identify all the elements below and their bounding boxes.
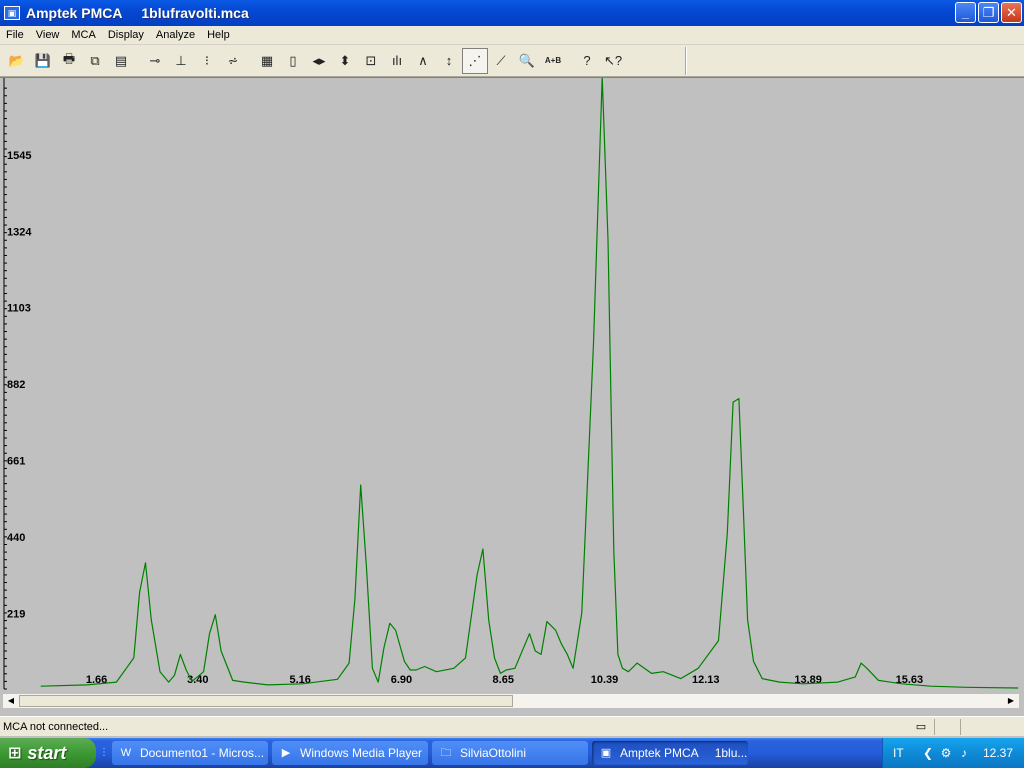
- taskbar-item-label: Documento1 - Micros...: [140, 746, 265, 760]
- spectrum-chart[interactable]: 2194406618821103132415451.66 3.40 5.16 6.90…: [0, 78, 1024, 694]
- peak-plot-icon[interactable]: ∧: [410, 48, 436, 74]
- toolbar: 📂 💾 🖶 ⧉ ▤ ⊸ ⊥ ⁝ ⩫ ▦ ▯ ◂▸ ⬍ ⊡ ılı ∧ ↕ ⋰ ⟋…: [0, 45, 1024, 77]
- taskbar-item-media-player[interactable]: ▶ Windows Media Player: [272, 741, 428, 765]
- scrollbar-thumb[interactable]: [19, 695, 513, 707]
- x-tick-label: 13.89: [794, 674, 822, 686]
- expand-tray-icon[interactable]: ❮: [919, 746, 937, 760]
- x-tick-label: 6.90: [391, 674, 412, 686]
- x-tick-label: 12.13: [692, 674, 720, 686]
- open-file-icon[interactable]: 📂: [4, 48, 30, 74]
- a-plus-b-icon[interactable]: A+B: [540, 48, 566, 74]
- zoom-region-icon[interactable]: ⊡: [358, 48, 384, 74]
- traffic-light-icon[interactable]: ⁝: [194, 48, 220, 74]
- y-tick-label: 1324: [7, 226, 32, 238]
- taskbar-item-word[interactable]: W Documento1 - Micros...: [112, 741, 268, 765]
- spectrum-plot-area[interactable]: 219 440 661 882 1103 1324 1545 1.66 3.40 5.16 6.90…: [0, 77, 1024, 715]
- zoom-magnifier-icon[interactable]: 🔍: [514, 48, 540, 74]
- context-help-icon[interactable]: ↖?: [600, 48, 626, 74]
- taskbar-grip: ⋮: [99, 747, 109, 758]
- auto-scale-icon[interactable]: ↕: [436, 48, 462, 74]
- close-button[interactable]: ✕: [1001, 2, 1022, 23]
- y-tick-label: 882: [7, 379, 25, 391]
- roi-table-icon[interactable]: ▦: [254, 48, 280, 74]
- media-player-icon: ▶: [281, 747, 291, 759]
- report-icon[interactable]: ▤: [108, 48, 134, 74]
- taskbar: ⊞ start ⋮ W Documento1 - Micros... ▶ Win…: [0, 738, 1024, 768]
- system-tray: IT ❮ ⚙ ♪ 12.37: [882, 738, 1024, 768]
- print-icon[interactable]: 🖶: [56, 48, 82, 74]
- title-bar[interactable]: ▣ Amptek PMCA 1blufravolti.mca _ ❐ ✕: [0, 0, 1024, 26]
- spectrum-series-line: [40, 78, 1019, 689]
- copy-icon[interactable]: ⧉: [82, 48, 108, 74]
- minimize-button[interactable]: _: [955, 2, 976, 23]
- menu-display[interactable]: Display: [102, 29, 150, 41]
- status-panel: [934, 718, 960, 735]
- menu-bar: File View MCA Display Analyze Help: [0, 26, 1024, 45]
- start-label: start: [27, 742, 67, 763]
- window-title: Amptek PMCA 1blufravolti.mca: [26, 5, 249, 21]
- taskbar-item-label: SilviaOttolini: [460, 746, 527, 760]
- bar-plot-icon[interactable]: ılı: [384, 48, 410, 74]
- document-icon[interactable]: ▯: [280, 48, 306, 74]
- taskbar-item-label: Windows Media Player: [300, 746, 423, 760]
- scroll-right-icon[interactable]: ▶: [1003, 694, 1019, 708]
- language-indicator[interactable]: IT: [883, 746, 919, 760]
- pmca-icon: ▣: [600, 747, 612, 759]
- y-tick-label: 219: [7, 608, 25, 620]
- network-icon[interactable]: ⚙: [937, 746, 955, 760]
- x-tick-label: 10.39: [591, 674, 619, 686]
- status-text: MCA not connected...: [3, 720, 109, 733]
- vertical-zoom-icon[interactable]: ⬍: [332, 48, 358, 74]
- acquire-settings-icon[interactable]: ⊥: [168, 48, 194, 74]
- maximize-button[interactable]: ❐: [978, 2, 999, 23]
- menu-help[interactable]: Help: [201, 29, 236, 41]
- folder-icon: 🗀: [440, 747, 452, 759]
- scroll-left-icon[interactable]: ◀: [3, 694, 19, 708]
- horizontal-zoom-icon[interactable]: ◂▸: [306, 48, 332, 74]
- menu-file[interactable]: File: [0, 29, 30, 41]
- taskbar-item-label: Amptek PMCA 1blu...: [620, 746, 748, 760]
- horizontal-scrollbar[interactable]: ◀ ▶: [2, 693, 1020, 709]
- mca-status-icon: ▭: [915, 721, 927, 733]
- menu-view[interactable]: View: [30, 29, 66, 41]
- menu-analyze[interactable]: Analyze: [150, 29, 201, 41]
- y-tick-label: 440: [7, 532, 25, 544]
- connect-icon[interactable]: ⊸: [142, 48, 168, 74]
- save-icon[interactable]: 💾: [30, 48, 56, 74]
- x-tick-label: 8.65: [493, 674, 514, 686]
- word-icon: W: [120, 747, 132, 759]
- line-plot-icon[interactable]: ⟋: [488, 48, 514, 74]
- status-bar: MCA not connected... ▭: [0, 716, 1024, 736]
- start-button[interactable]: ⊞ start: [0, 738, 96, 768]
- help-icon[interactable]: ?: [574, 48, 600, 74]
- volume-icon[interactable]: ♪: [955, 746, 973, 760]
- taskbar-item-pmca[interactable]: ▣ Amptek PMCA 1blu...: [592, 741, 748, 765]
- taskbar-item-folder[interactable]: 🗀 SilviaOttolini: [432, 741, 588, 765]
- windows-flag-icon: ⊞: [8, 745, 22, 762]
- app-icon[interactable]: ▣: [4, 6, 20, 20]
- clock[interactable]: 12.37: [983, 746, 1013, 760]
- y-tick-label: 1103: [7, 303, 31, 315]
- menu-mca[interactable]: MCA: [65, 29, 101, 41]
- y-tick-label: 1545: [7, 150, 31, 162]
- clear-data-icon[interactable]: ⩫: [220, 48, 246, 74]
- point-plot-icon[interactable]: ⋰: [462, 47, 488, 74]
- y-tick-label: 661: [7, 455, 25, 467]
- status-panel: [960, 718, 986, 735]
